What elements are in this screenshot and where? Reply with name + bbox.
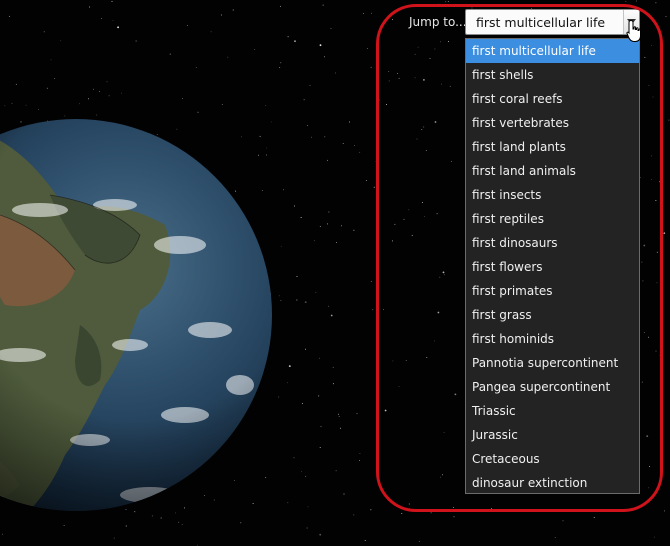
option-item[interactable]: first grass (466, 303, 639, 327)
option-item[interactable]: first dinosaurs (466, 231, 639, 255)
option-item[interactable]: dinosaur extinction (466, 471, 639, 495)
option-item[interactable]: first land plants (466, 135, 639, 159)
globe-view[interactable] (0, 95, 272, 535)
option-item[interactable]: Jurassic (466, 423, 639, 447)
option-item[interactable]: first reptiles (466, 207, 639, 231)
option-item[interactable]: first insects (466, 183, 639, 207)
option-item[interactable]: first land animals (466, 159, 639, 183)
option-item[interactable]: first vertebrates (466, 111, 639, 135)
earth-viewer: Jump to... first multicellular life firs… (0, 0, 670, 546)
option-item[interactable]: first primates (466, 279, 639, 303)
option-item[interactable]: Pangea supercontinent (466, 375, 639, 399)
option-item[interactable]: first shells (466, 63, 639, 87)
jump-to-options-list[interactable]: first multicellular life first shells firs… (465, 38, 640, 494)
option-item[interactable]: first flowers (466, 255, 639, 279)
jump-to-label: Jump to... (409, 15, 467, 29)
option-item[interactable]: first coral reefs (466, 87, 639, 111)
hand-pointer-icon (626, 19, 641, 42)
option-item[interactable]: first multicellular life (466, 39, 639, 63)
jump-to-select[interactable]: first multicellular life (465, 9, 640, 35)
option-item[interactable]: Cretaceous (466, 447, 639, 471)
jump-to-selected-value: first multicellular life (476, 15, 606, 30)
option-item[interactable]: first hominids (466, 327, 639, 351)
option-item[interactable]: Triassic (466, 399, 639, 423)
option-item[interactable]: Pannotia supercontinent (466, 351, 639, 375)
